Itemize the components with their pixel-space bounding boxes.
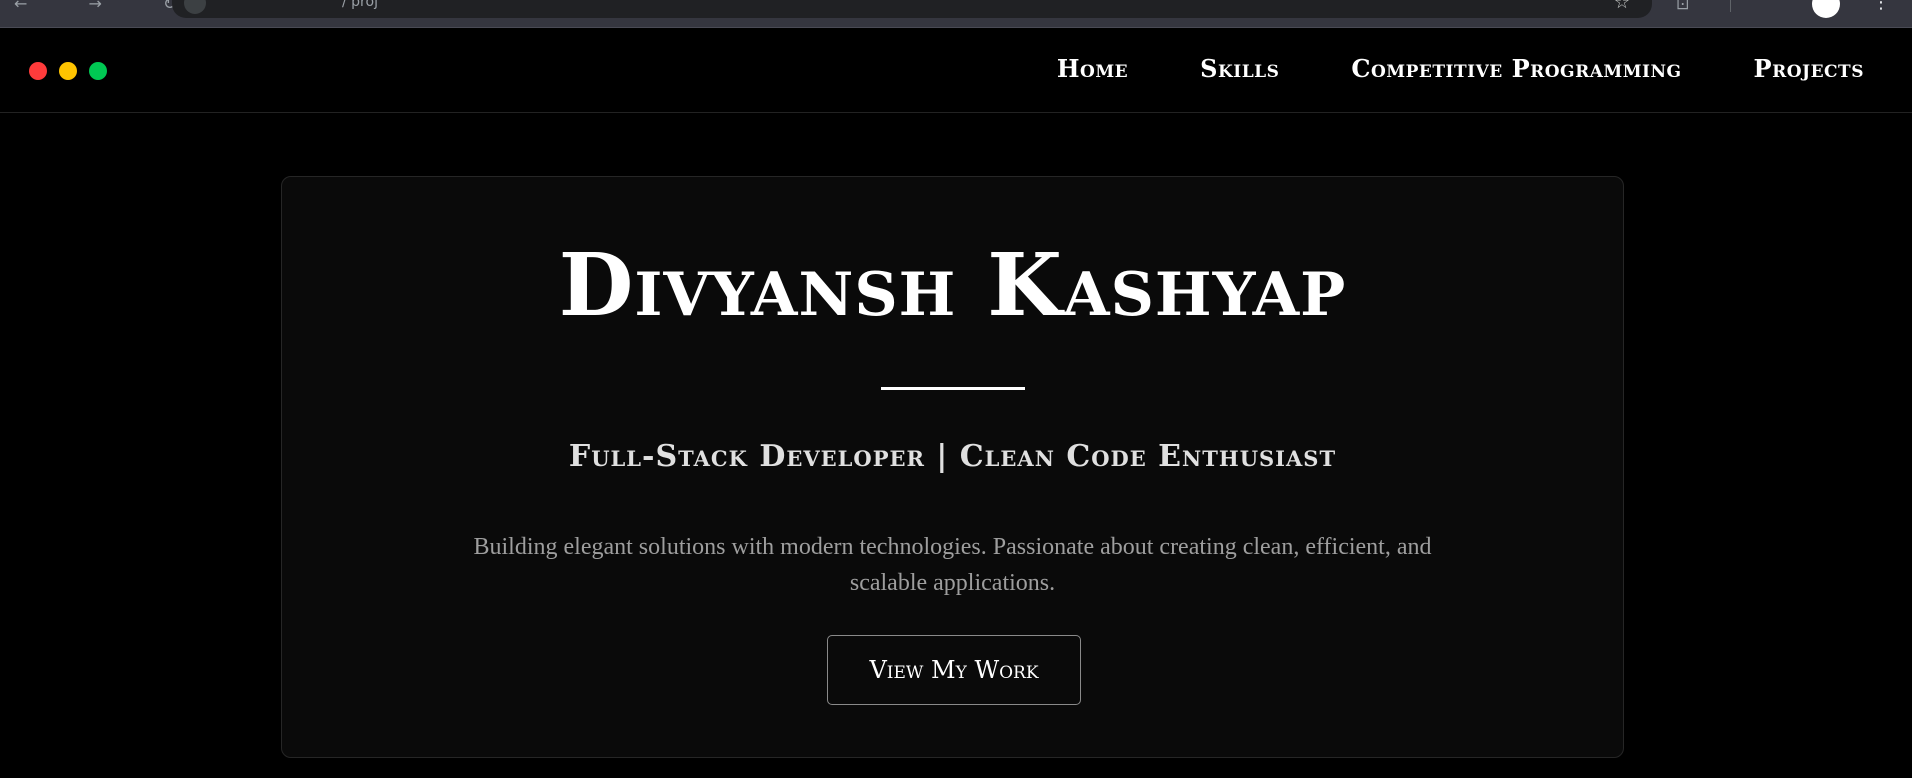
nav-home[interactable]: Home (1057, 54, 1128, 83)
address-bar-url[interactable]: / proj (342, 0, 378, 10)
hero-description: Building elegant solutions with modern t… (473, 534, 1432, 596)
nav-skills[interactable]: Skills (1200, 54, 1279, 83)
green-dot-icon (89, 62, 107, 80)
browser-toolbar: ← → ↻ / proj ☆ ⊡ ⋮ (0, 0, 1912, 28)
nav-projects[interactable]: Projects (1754, 54, 1864, 83)
hero-divider (881, 387, 1025, 390)
view-my-work-button[interactable]: View My Work (827, 635, 1081, 705)
site-header: Home Skills Competitive Programming Proj… (0, 28, 1912, 113)
window-dots (29, 62, 107, 80)
hero-card: Divyansh Kashyap Full-Stack Developer | … (281, 176, 1624, 758)
main-nav: Home Skills Competitive Programming Proj… (1057, 54, 1864, 83)
extensions-icon[interactable]: ⊡ (1676, 0, 1689, 13)
nav-competitive-programming[interactable]: Competitive Programming (1351, 54, 1681, 83)
profile-avatar[interactable] (1812, 0, 1840, 18)
site-info-icon[interactable] (184, 0, 206, 14)
hero-subtitle: Full-Stack Developer | Clean Code Enthus… (568, 439, 1337, 474)
toolbar-divider (1730, 0, 1731, 12)
yellow-dot-icon (59, 62, 77, 80)
browser-menu-icon[interactable]: ⋮ (1872, 0, 1890, 13)
red-dot-icon (29, 62, 47, 80)
address-bar[interactable]: / proj ☆ (172, 0, 1652, 18)
bookmark-star-icon[interactable]: ☆ (1614, 0, 1630, 13)
hero-name: Divyansh Kashyap (558, 235, 1347, 336)
